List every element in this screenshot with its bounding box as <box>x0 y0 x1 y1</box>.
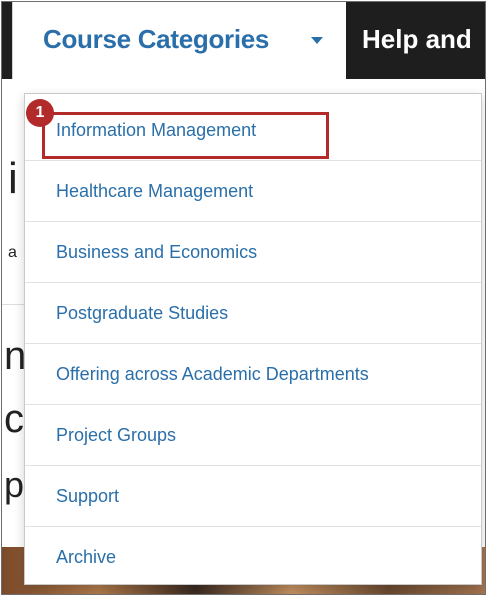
chevron-down-icon <box>311 37 323 44</box>
menu-item-postgraduate-studies[interactable]: Postgraduate Studies <box>25 283 481 344</box>
course-categories-dropdown: Information Management Healthcare Manage… <box>24 93 482 585</box>
nav-course-categories[interactable]: Course Categories <box>12 2 346 79</box>
menu-item-healthcare-management[interactable]: Healthcare Management <box>25 161 481 222</box>
top-navbar: Course Categories Help and <box>2 2 485 79</box>
background-divider <box>2 304 24 305</box>
menu-item-archive[interactable]: Archive <box>25 527 481 588</box>
menu-item-project-groups[interactable]: Project Groups <box>25 405 481 466</box>
background-text: c <box>4 397 24 441</box>
nav-help-label[interactable]: Help and <box>362 24 472 55</box>
step-number-badge: 1 <box>26 99 54 127</box>
background-text: n <box>4 334 27 378</box>
background-text: p <box>4 464 25 505</box>
menu-item-business-and-economics[interactable]: Business and Economics <box>25 222 481 283</box>
screenshot-frame: Course Categories Help and i a n c p Inf… <box>1 1 486 595</box>
navbar-edge <box>2 2 12 79</box>
highlight-annotation <box>42 112 329 159</box>
background-text: i <box>8 154 18 203</box>
menu-item-offering-across-departments[interactable]: Offering across Academic Departments <box>25 344 481 405</box>
menu-item-support[interactable]: Support <box>25 466 481 527</box>
background-text: a <box>8 244 17 261</box>
nav-course-categories-label: Course Categories <box>43 24 270 54</box>
